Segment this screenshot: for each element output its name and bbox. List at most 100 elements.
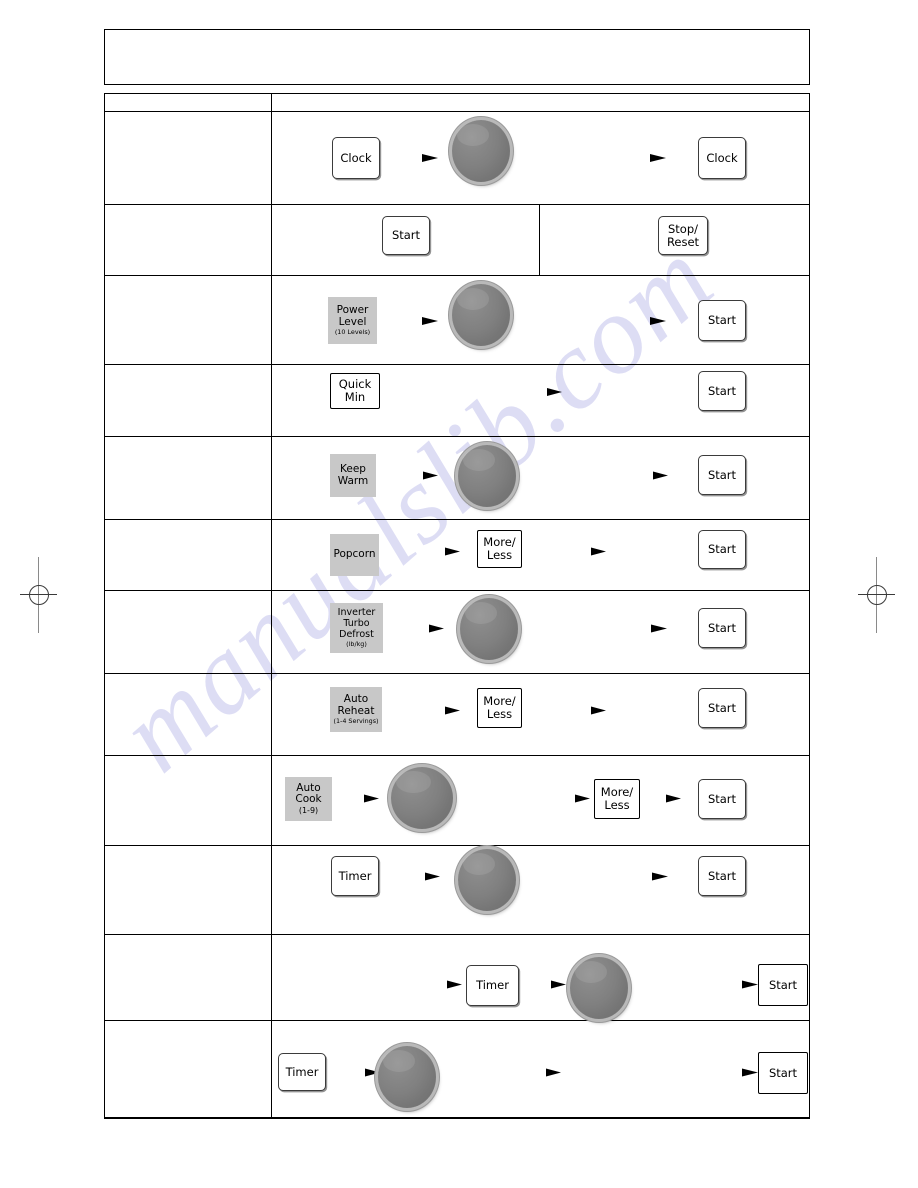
arrow-right-icon xyxy=(528,978,566,991)
auto-cook-pad[interactable]: Auto Cook (1-9) xyxy=(285,777,332,821)
quick-min-button[interactable]: Quick Min xyxy=(330,373,380,409)
start-button[interactable]: Start xyxy=(698,608,746,648)
table-row-popcorn: Popcorn More/ Less Start xyxy=(105,520,809,591)
start-half-cell: Start xyxy=(272,205,540,275)
row-steps-power-level: Power Level (10 Levels) Start xyxy=(272,276,809,364)
arrow-right-icon xyxy=(424,978,462,991)
start-button[interactable]: Start xyxy=(758,964,808,1006)
power-level-sublabel: (10 Levels) xyxy=(334,327,371,336)
row-feature-timer-delay-start xyxy=(105,846,272,934)
row-feature-quick-min xyxy=(105,365,272,436)
start-button[interactable]: Start xyxy=(698,530,746,569)
table-row-inverter-turbo-defrost: Inverter Turbo Defrost (lb/kg) Start xyxy=(105,591,809,674)
auto-reheat-pad[interactable]: Auto Reheat (1-4 Servings) xyxy=(330,687,382,732)
quick-min-line-2: Min xyxy=(344,390,366,404)
more-less-button[interactable]: More/ Less xyxy=(477,530,522,568)
table-row-timer-stand-time: Timer Start xyxy=(105,935,809,1021)
dial-knob-3[interactable] xyxy=(458,445,516,507)
table-row-auto-cook: Auto Cook (1-9) More/ Less Start xyxy=(105,756,809,846)
dial-knob-1[interactable] xyxy=(452,120,510,182)
dial-knob-6[interactable] xyxy=(458,849,516,911)
arrow-right-icon xyxy=(420,704,460,717)
keep-warm-line-1: Keep xyxy=(340,462,366,475)
more-less-line-2: Less xyxy=(486,707,513,721)
arrow-right-icon xyxy=(628,469,668,482)
table-header-row xyxy=(105,94,809,112)
row-feature-popcorn xyxy=(105,520,272,590)
timer-button[interactable]: Timer xyxy=(331,856,379,896)
dial-knob-7[interactable] xyxy=(570,957,628,1019)
arrow-right-icon xyxy=(525,1066,561,1079)
start-button[interactable]: Start xyxy=(698,371,746,411)
clock-button-1[interactable]: Clock xyxy=(332,137,380,179)
start-button[interactable]: Start xyxy=(698,300,746,341)
inverter-turbo-defrost-pad[interactable]: Inverter Turbo Defrost (lb/kg) xyxy=(330,603,383,653)
start-button[interactable]: Start xyxy=(382,216,430,255)
start-button[interactable]: Start xyxy=(758,1052,808,1094)
table-row-keep-warm: Keep Warm Start xyxy=(105,437,809,520)
row-feature-start-stop-reset xyxy=(105,205,272,275)
timer-button[interactable]: Timer xyxy=(466,965,519,1006)
timer-button[interactable]: Timer xyxy=(278,1053,326,1091)
start-button[interactable]: Start xyxy=(698,856,746,896)
start-button[interactable]: Start xyxy=(698,779,746,819)
arrow-right-icon xyxy=(404,622,444,635)
row-steps-timer-delay-start: Timer Start xyxy=(272,846,809,934)
start-button[interactable]: Start xyxy=(698,688,746,728)
more-less-button[interactable]: More/ Less xyxy=(594,779,640,819)
auto-cook-sublabel: (1-9) xyxy=(298,805,319,815)
row-steps-keep-warm: Keep Warm Start xyxy=(272,437,809,519)
inverter-turbo-defrost-label: Inverter Turbo Defrost xyxy=(337,607,376,640)
row-steps-auto-cook: Auto Cook (1-9) More/ Less Start xyxy=(272,756,809,845)
arrow-right-icon xyxy=(645,792,681,805)
table-row-timer-delay-start: Timer Start xyxy=(105,846,809,935)
arrow-right-icon xyxy=(420,545,460,558)
popcorn-pad[interactable]: Popcorn xyxy=(330,534,379,576)
keep-warm-pad[interactable]: Keep Warm xyxy=(330,454,376,497)
inverter-turbo-defrost-sublabel: (lb/kg) xyxy=(346,639,367,648)
row-feature-auto-reheat xyxy=(105,674,272,755)
dial-knob-8[interactable] xyxy=(378,1046,436,1108)
stop-reset-line-2: Reset xyxy=(666,234,700,249)
power-level-pad[interactable]: Power Level (10 Levels) xyxy=(328,297,377,344)
dial-knob-2[interactable] xyxy=(452,284,510,346)
row-steps-popcorn: Popcorn More/ Less Start xyxy=(272,520,809,590)
dial-knob-4[interactable] xyxy=(460,598,518,660)
arrow-right-icon xyxy=(625,622,667,635)
arrow-right-icon xyxy=(566,704,606,717)
start-button[interactable]: Start xyxy=(698,455,746,495)
row-feature-keep-warm xyxy=(105,437,272,519)
table-row-quick-min: Quick Min Start xyxy=(105,365,809,437)
arrow-right-icon xyxy=(342,1066,380,1079)
arrow-right-icon xyxy=(566,545,606,558)
arrow-right-long-icon xyxy=(493,386,562,398)
row-steps-timer-kitchen-timer: Timer Start xyxy=(272,1021,809,1117)
feature-chart-table: Clock Clock Start Stop/ Reset Power Leve… xyxy=(104,93,810,1119)
clock-button-2[interactable]: Clock xyxy=(698,137,746,179)
arrow-right-icon xyxy=(626,870,668,883)
auto-reheat-sublabel: (1-4 Servings) xyxy=(333,716,379,725)
stop-reset-button[interactable]: Stop/ Reset xyxy=(658,216,708,255)
arrow-right-icon xyxy=(396,151,438,165)
table-row-start-stop-reset: Start Stop/ Reset xyxy=(105,205,809,276)
table-header-steps xyxy=(272,94,809,111)
manual-page: Clock Clock Start Stop/ Reset Power Leve… xyxy=(0,0,918,1188)
more-less-button[interactable]: More/ Less xyxy=(477,688,522,728)
table-row-set-clock: Clock Clock xyxy=(105,112,809,205)
arrow-right-icon xyxy=(400,870,440,883)
header-box xyxy=(104,29,810,85)
arrow-right-icon xyxy=(624,151,666,165)
arrow-right-icon xyxy=(552,792,590,805)
power-level-label: Power Level xyxy=(336,303,369,328)
more-less-line-2: Less xyxy=(604,798,630,812)
more-less-line-2: Less xyxy=(486,548,513,562)
dial-knob-5[interactable] xyxy=(391,767,453,829)
row-feature-auto-cook xyxy=(105,756,272,845)
table-header-feature xyxy=(105,94,272,111)
row-steps-auto-reheat: Auto Reheat (1-4 Servings) More/ Less St… xyxy=(272,674,809,755)
arrow-right-icon xyxy=(624,314,666,328)
table-row-timer-kitchen-timer: Timer Start xyxy=(105,1021,809,1117)
auto-cook-label: Auto Cook xyxy=(295,781,322,806)
row-feature-inverter-turbo-defrost xyxy=(105,591,272,673)
row-steps-inverter-turbo-defrost: Inverter Turbo Defrost (lb/kg) Start xyxy=(272,591,809,673)
